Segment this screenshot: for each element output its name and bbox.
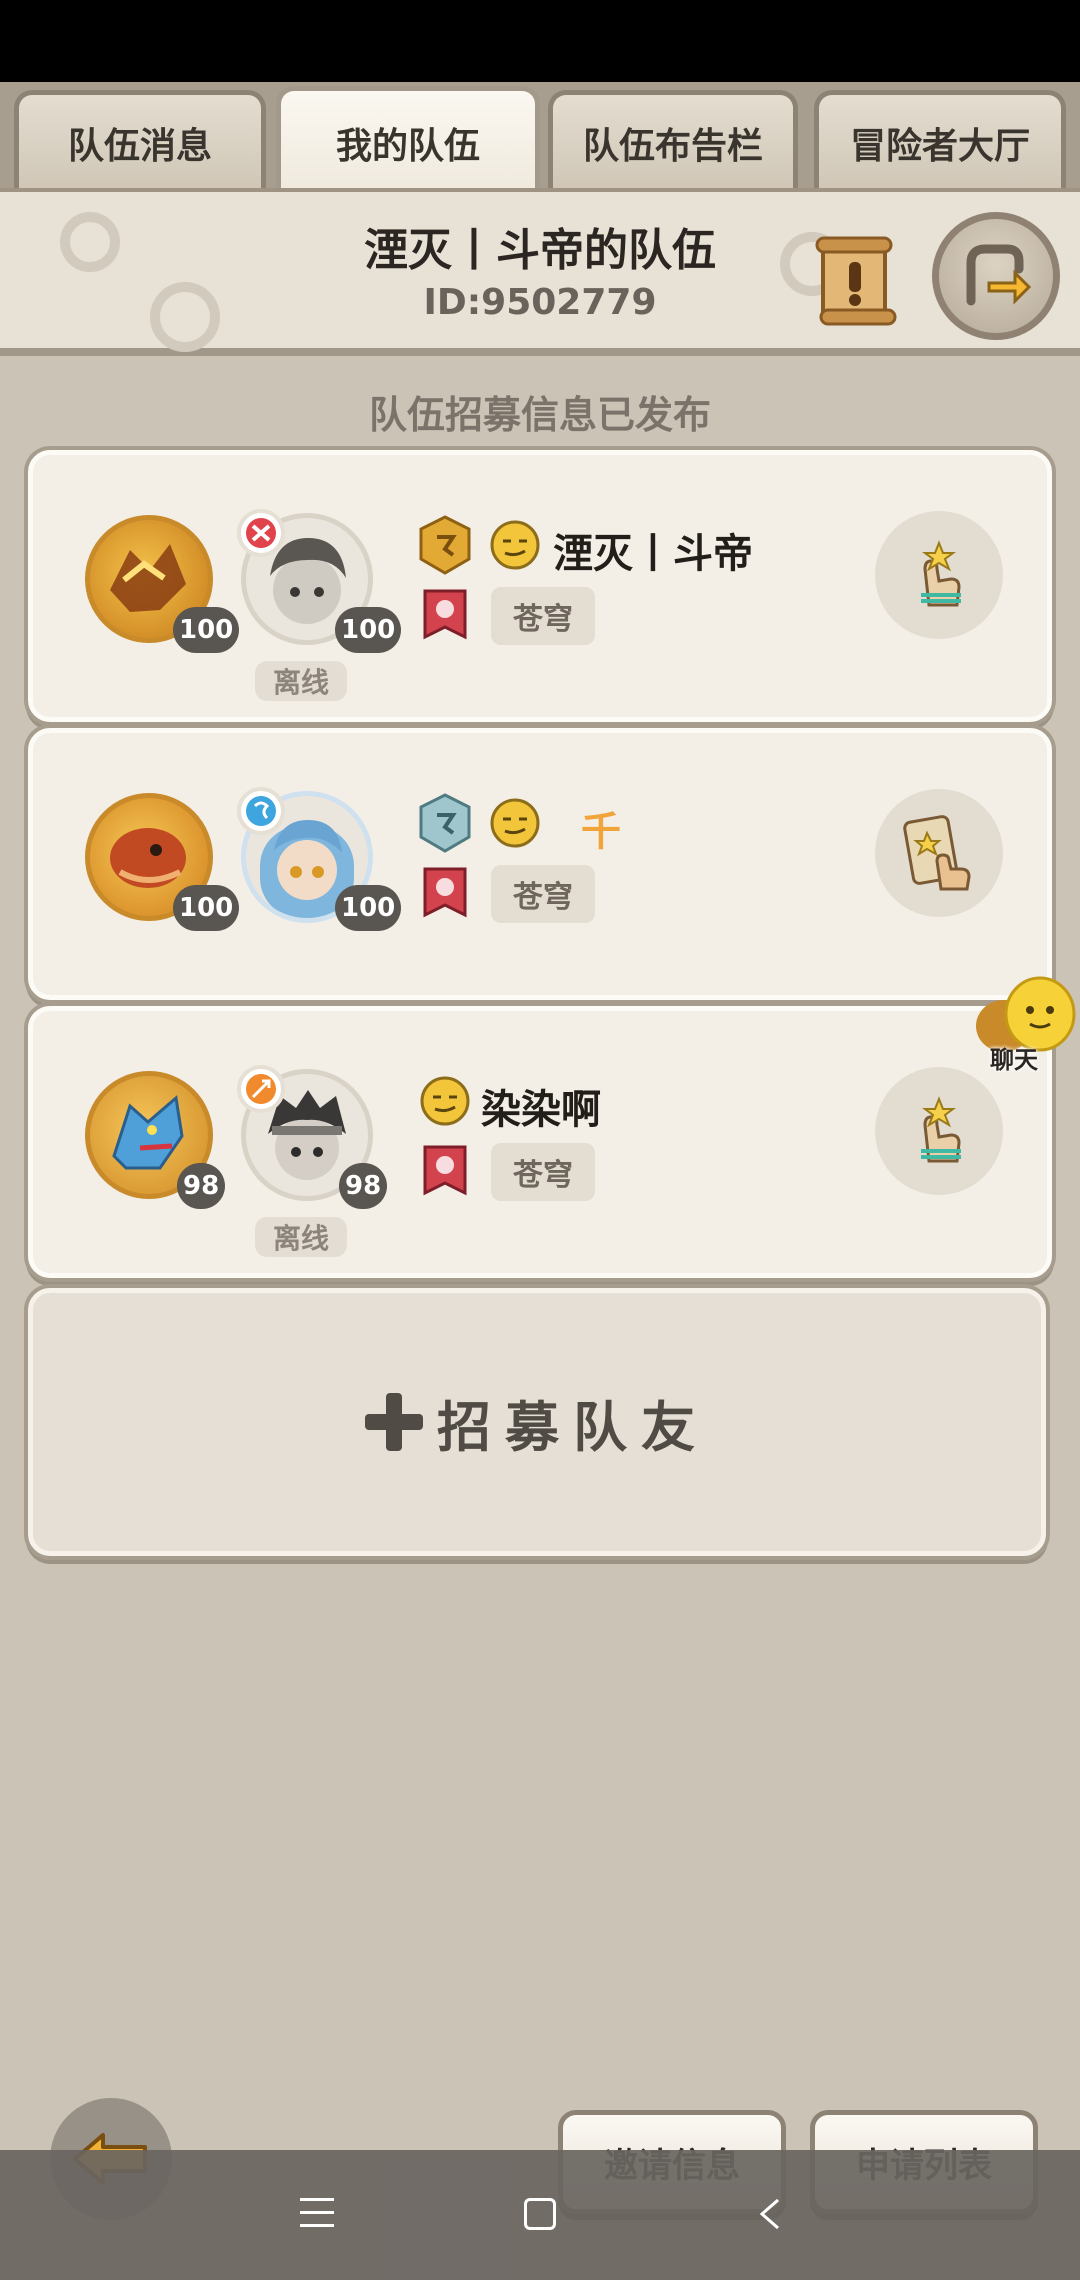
hero-level: 100 [335, 607, 402, 653]
hand-transfer-icon [921, 1096, 961, 1163]
member-name: 染染啊 [481, 1087, 601, 1133]
tab-label: 队伍布告栏 [582, 125, 763, 167]
member-card[interactable]: 98 98 离线 染染啊 苍穹 [28, 1006, 1052, 1278]
tab-label: 冒险者大厅 [849, 125, 1030, 167]
status-bar [0, 0, 1080, 82]
transfer-leader-button[interactable] [875, 1067, 1003, 1195]
class-warrior-icon [237, 509, 285, 557]
chat-label[interactable]: 聊天 [990, 1040, 1038, 1075]
tab-label: 我的队伍 [335, 125, 480, 167]
offline-status: 离线 [255, 1217, 347, 1257]
class-ranger-icon [237, 1065, 285, 1113]
transfer-leader-button[interactable] [875, 511, 1003, 639]
server-tag: 苍穹 [491, 587, 595, 645]
pet-level: 100 [173, 607, 240, 653]
team-header: 湮灭丨斗帝的队伍 ID:9502779 [0, 188, 1080, 356]
guild-flag-icon [423, 589, 467, 640]
swap-team-button[interactable] [932, 212, 1060, 340]
recruit-label: 招募队友 [437, 1395, 709, 1459]
tab-label: 队伍消息 [67, 125, 212, 167]
emoji-face-icon [490, 798, 540, 848]
guild-flag-icon [423, 1145, 467, 1196]
server-tag: 苍穹 [491, 1143, 595, 1201]
plus-icon [365, 1393, 423, 1451]
tab-team-messages[interactable]: 队伍消息 [14, 90, 266, 190]
offline-status: 离线 [255, 661, 347, 701]
class-mage-icon [237, 787, 285, 835]
silver-rank-icon [419, 793, 471, 853]
team-title: 湮灭丨斗帝的队伍 [364, 225, 716, 276]
pet-level: 100 [173, 885, 240, 931]
tab-my-team[interactable]: 我的队伍 [276, 86, 540, 194]
recruit-published-notice: 队伍招募信息已发布 [368, 393, 711, 437]
scroll-notice-icon[interactable] [815, 234, 897, 326]
home-icon[interactable] [524, 2198, 556, 2230]
card-action-button[interactable] [875, 789, 1003, 917]
member-card[interactable]: 100 100 千 苍穹 [28, 728, 1052, 1000]
tab-bar: 队伍消息 我的队伍 队伍布告栏 冒险者大厅 [0, 82, 1080, 194]
menu-icon[interactable] [300, 2198, 334, 2228]
member-name: 千 [581, 809, 621, 855]
member-card[interactable]: 100 100 离线 湮灭丨斗帝 苍穹 [28, 450, 1052, 722]
team-id: ID:9502779 [423, 282, 657, 323]
swap-team-icon [966, 244, 1032, 306]
recruit-teammate-button[interactable]: 招募队友 [28, 1288, 1046, 1556]
tab-adventurer-hall[interactable]: 冒险者大厅 [814, 90, 1066, 190]
tab-team-board[interactable]: 队伍布告栏 [548, 90, 798, 190]
hero-level: 98 [339, 1163, 388, 1209]
guild-flag-icon [423, 867, 467, 918]
server-tag: 苍穹 [491, 865, 595, 923]
nav-back-icon[interactable] [756, 2196, 784, 2232]
hand-transfer-icon [921, 540, 961, 607]
card-hand-icon [903, 815, 971, 891]
gold-rank-icon [419, 515, 471, 575]
emoji-face-icon [490, 520, 540, 570]
pet-level: 98 [177, 1163, 226, 1209]
emoji-face-icon [420, 1076, 470, 1126]
hero-level: 100 [335, 885, 402, 931]
member-name: 湮灭丨斗帝 [553, 531, 753, 577]
